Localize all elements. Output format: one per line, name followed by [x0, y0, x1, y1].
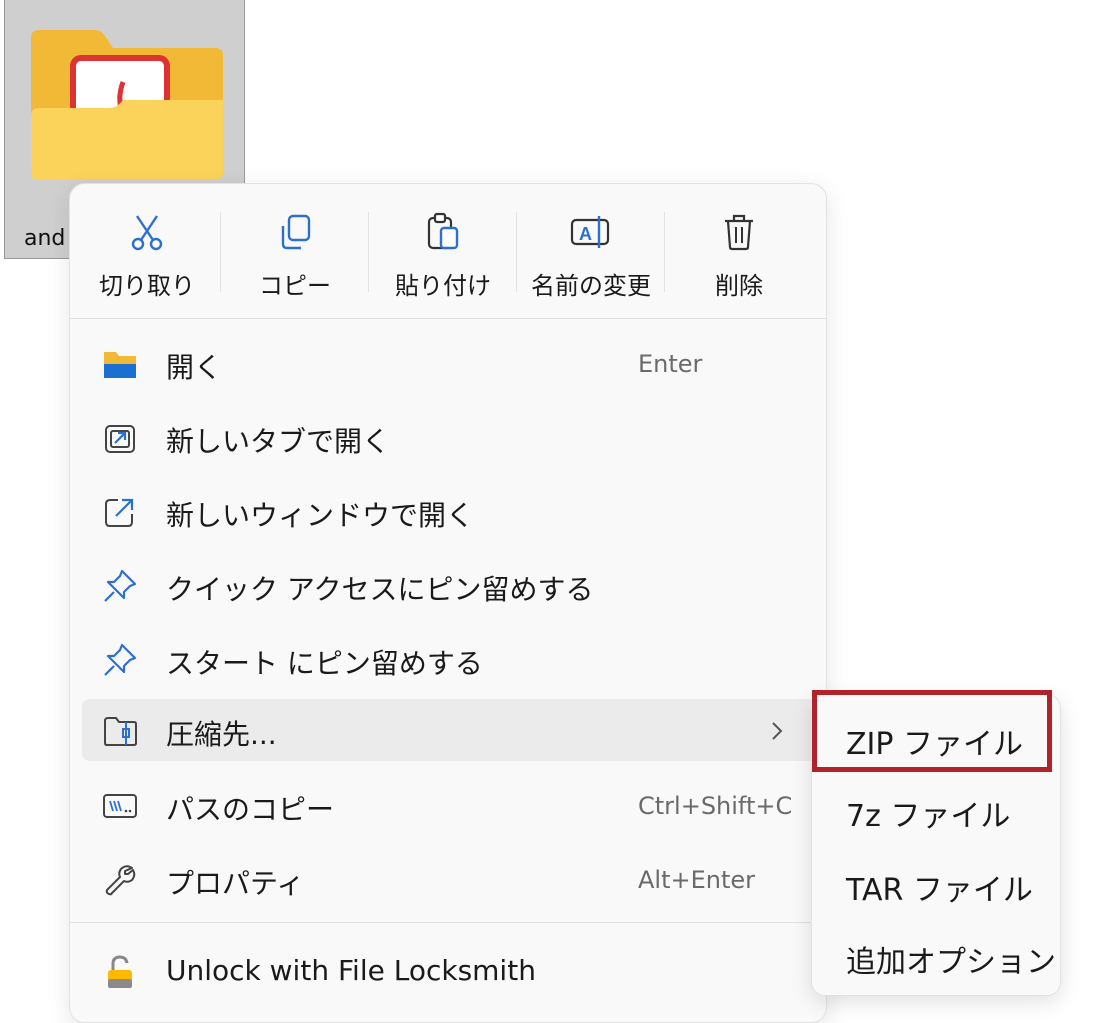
- menu-item-label: クイック アクセスにピン留めする: [166, 573, 594, 606]
- folder-icon: [104, 352, 136, 378]
- shortcut-text: Ctrl+Shift+C: [638, 792, 793, 820]
- copy-icon: [281, 214, 311, 250]
- rename-button[interactable]: A 名前の変更: [518, 202, 664, 306]
- menu-item-label: Unlock with File Locksmith: [166, 954, 536, 987]
- menu-item-unlock-locksmith[interactable]: Unlock with File Locksmith: [82, 940, 816, 1002]
- toolbar-separator: [516, 212, 517, 292]
- highlight-box: [812, 690, 1052, 772]
- menu-item-compress-to[interactable]: 圧縮先...: [82, 699, 816, 761]
- menu-divider: [70, 922, 826, 923]
- lock-icon: [108, 955, 132, 988]
- shortcut-text: Alt+Enter: [638, 866, 756, 894]
- submenu-item-tar[interactable]: TAR ファイル: [812, 847, 1060, 917]
- copy-path-icon: [103, 794, 137, 818]
- folder-name: and: [24, 226, 66, 251]
- pin-icon: [104, 569, 137, 602]
- pdf-folder-icon: [31, 30, 223, 180]
- toolbar-separator: [220, 212, 221, 292]
- context-menu: 切り取り コピー 貼り付け A 名前の変更 削除 開く Enter 新しいタブで…: [69, 183, 827, 1023]
- submenu-item-7z[interactable]: 7z ファイル: [812, 773, 1060, 843]
- menu-item-label: 新しいタブで開く: [166, 425, 391, 458]
- cut-button[interactable]: 切り取り: [74, 202, 220, 306]
- menu-item-label: 開く: [166, 351, 223, 384]
- context-toolbar: 切り取り コピー 貼り付け A 名前の変更 削除: [70, 184, 826, 319]
- paste-button[interactable]: 貼り付け: [370, 202, 516, 306]
- paste-label: 貼り付け: [395, 272, 491, 300]
- rename-label: 名前の変更: [531, 272, 651, 300]
- menu-item-pin-start[interactable]: スタート にピン留めする: [82, 628, 816, 690]
- menu-item-label: スタート にピン留めする: [166, 647, 483, 680]
- delete-label: 削除: [715, 272, 763, 300]
- menu-item-copy-path[interactable]: パスのコピー Ctrl+Shift+C: [82, 774, 816, 836]
- wrench-icon: [105, 865, 136, 896]
- menu-item-label: 新しいウィンドウで開く: [166, 499, 475, 532]
- submenu-item-label: 7z ファイル: [846, 799, 1011, 834]
- trash-icon: [725, 214, 753, 251]
- copy-button[interactable]: コピー: [222, 202, 368, 306]
- shortcut-text: Enter: [638, 350, 703, 378]
- submenu-item-label: TAR ファイル: [846, 873, 1033, 908]
- menu-item-label: パスのコピー: [166, 793, 335, 826]
- toolbar-separator: [368, 212, 369, 292]
- new-tab-icon: [105, 425, 135, 453]
- zip-folder-icon: [104, 717, 137, 746]
- menu-item-label: 圧縮先...: [166, 718, 277, 751]
- menu-item-label: プロパティ: [166, 867, 305, 900]
- menu-item-open[interactable]: 開く Enter: [82, 332, 816, 394]
- delete-button[interactable]: 削除: [666, 202, 812, 306]
- cut-label: 切り取り: [99, 272, 195, 300]
- menu-item-open-new-tab[interactable]: 新しいタブで開く: [82, 406, 816, 468]
- copy-label: コピー: [259, 272, 331, 300]
- submenu-item-label: 追加オプション: [846, 945, 1056, 980]
- menu-item-pin-quick-access[interactable]: クイック アクセスにピン留めする: [82, 554, 816, 616]
- scissors-icon: [131, 215, 163, 251]
- svg-text:A: A: [579, 224, 592, 244]
- menu-item-properties[interactable]: プロパティ Alt+Enter: [82, 848, 816, 910]
- chevron-right-icon: [772, 722, 783, 740]
- new-window-icon: [105, 498, 134, 527]
- toolbar-separator: [664, 212, 665, 292]
- pin-icon: [104, 643, 137, 676]
- submenu-item-more-options[interactable]: 追加オプション: [812, 919, 1060, 989]
- menu-item-open-new-window[interactable]: 新しいウィンドウで開く: [82, 480, 816, 542]
- rename-icon: A: [570, 216, 610, 248]
- paste-icon: [427, 212, 459, 250]
